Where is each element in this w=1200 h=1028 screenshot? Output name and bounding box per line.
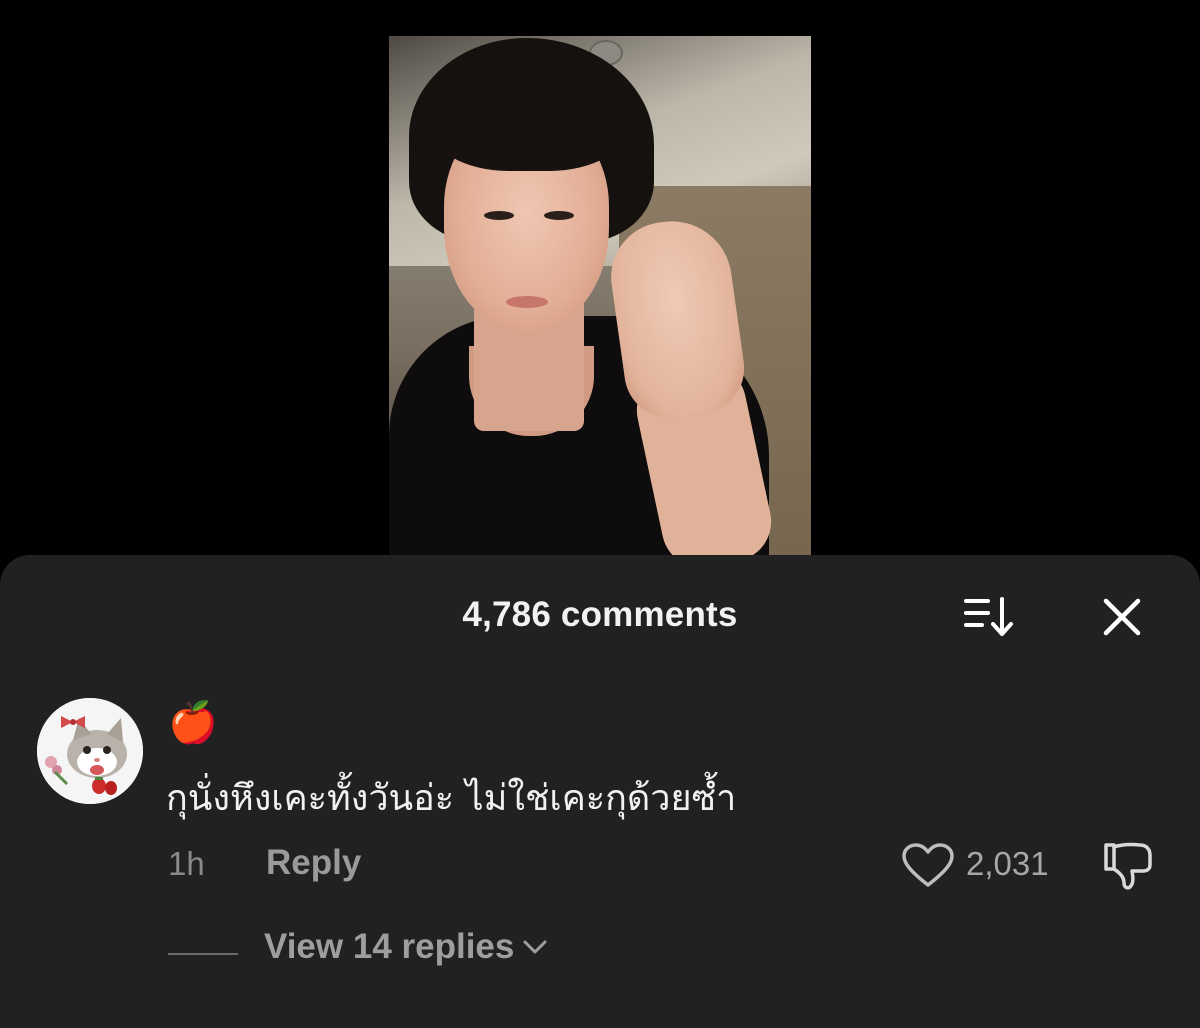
close-button[interactable] (1098, 593, 1146, 641)
cat-avatar-icon (37, 698, 143, 804)
comments-sheet: 4,786 comments 🍎 กุนั่งหึงเคะทั้งวันอ่ะ … (0, 555, 1200, 1028)
person-mouth (506, 296, 548, 308)
thumbs-down-icon (1104, 842, 1152, 890)
like-button[interactable] (900, 843, 956, 889)
reply-button[interactable]: Reply (266, 843, 361, 883)
like-count: 2,031 (966, 845, 1049, 882)
comment-text: กุนั่งหึงเคะทั้งวันอ่ะ ไม่ใช่เคะกุด้วยซ้… (166, 778, 737, 819)
sort-icon (964, 597, 1013, 636)
person-eye-right (544, 211, 574, 220)
view-replies-button[interactable]: View 14 replies (264, 927, 548, 967)
heart-icon (902, 843, 954, 887)
chevron-down-icon (523, 940, 547, 954)
sort-button[interactable] (962, 595, 1022, 639)
replies-divider (168, 953, 238, 955)
username-emoji[interactable]: 🍎 (168, 699, 218, 747)
close-icon (1103, 598, 1141, 636)
video-player[interactable] (389, 36, 811, 556)
view-replies-label: View 14 replies (264, 927, 515, 966)
comment-item: 🍎 กุนั่งหึงเคะทั้งวันอ่ะ ไม่ใช่เคะกุด้วย… (0, 695, 1200, 995)
avatar[interactable] (37, 698, 143, 804)
person-eye-left (484, 211, 514, 220)
screen: 4,786 comments 🍎 กุนั่งหึงเคะทั้งวันอ่ะ … (0, 0, 1200, 1028)
person-fringe (429, 56, 629, 171)
comment-time: 1h (168, 845, 205, 882)
dislike-button[interactable] (1100, 841, 1156, 891)
